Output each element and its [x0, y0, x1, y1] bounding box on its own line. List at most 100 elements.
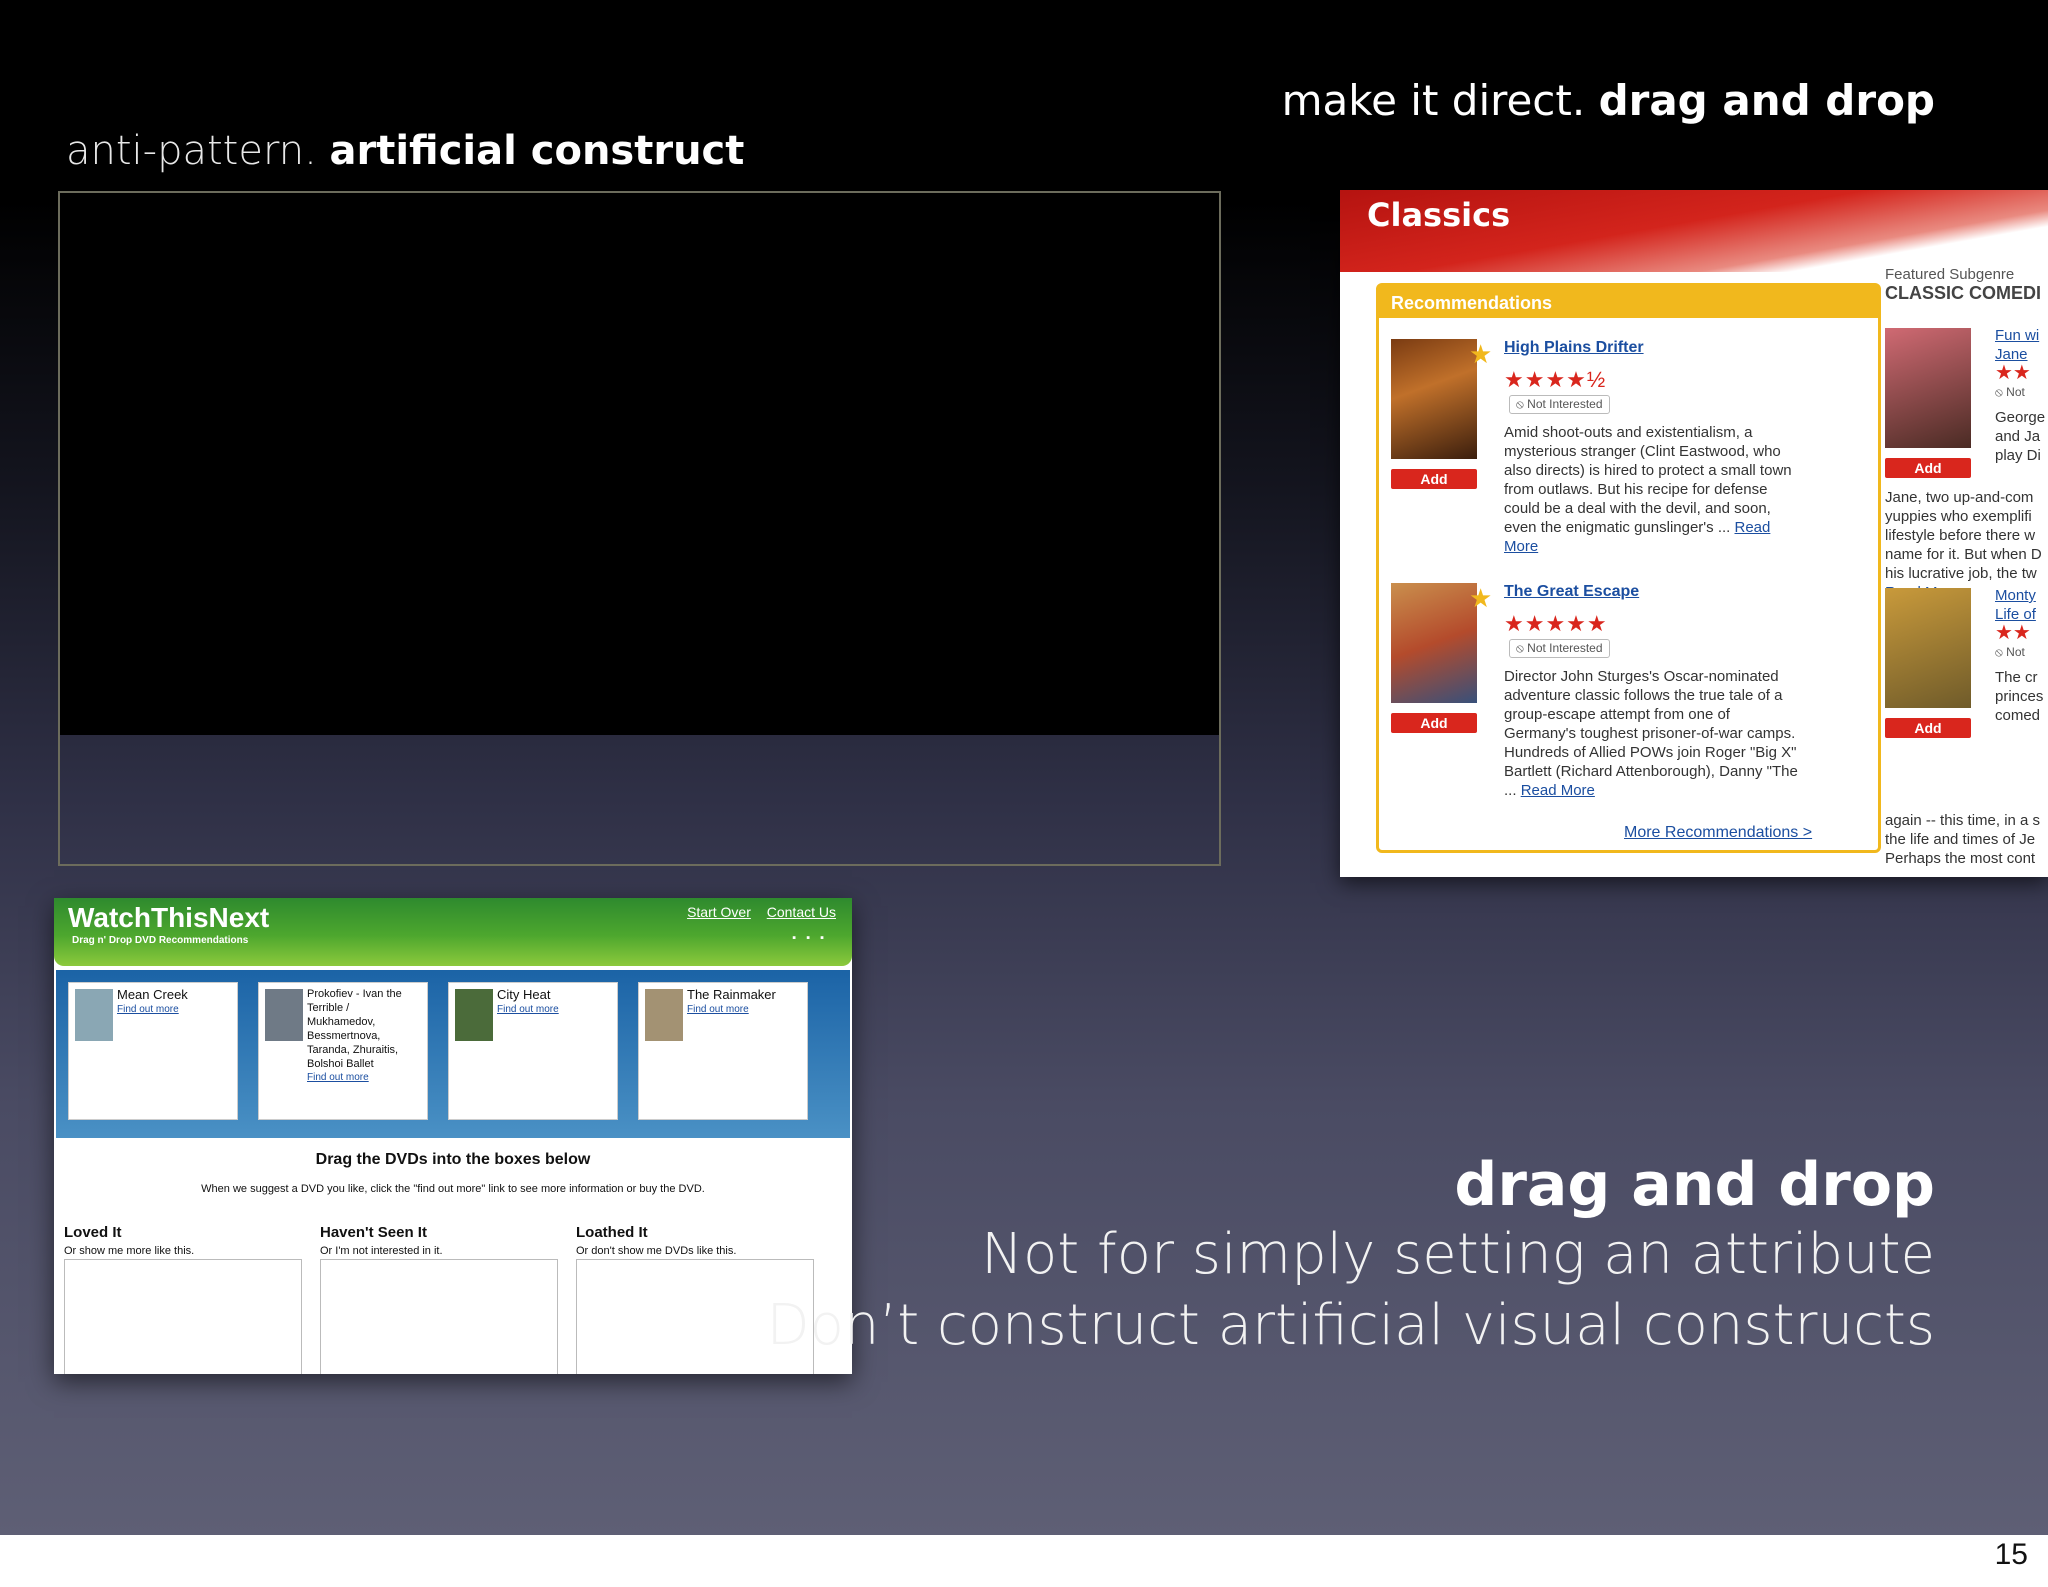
movie-poster[interactable] — [1391, 339, 1477, 459]
recommendations-box: Recommendations ★ Add High Plains Drifte… — [1376, 283, 1881, 853]
bin-title: Loathed It — [576, 1224, 648, 1241]
more-recommendations-link[interactable]: More Recommendations > — [1624, 824, 1812, 842]
left-title: anti-pattern. artificial construct — [66, 128, 744, 174]
bin-havent-seen-it: Haven't Seen It Or I'm not interested in… — [320, 1224, 558, 1374]
dvd-card[interactable]: The Rainmaker Find out more — [638, 982, 808, 1120]
video-frame[interactable] — [58, 191, 1221, 866]
wtn-tagline: Drag n' Drop DVD Recommendations — [72, 935, 249, 946]
drop-zone[interactable] — [320, 1259, 558, 1374]
flag-uk-icon[interactable]: ▪ — [806, 932, 820, 944]
bin-title: Haven't Seen It — [320, 1224, 427, 1241]
left-title-bold: artificial construct — [329, 128, 745, 174]
description-text: name for it. But when D — [1885, 546, 2042, 563]
dvd-cover[interactable] — [455, 989, 493, 1041]
dvd-cover[interactable] — [645, 989, 683, 1041]
bullet-line-2: Don’t construct artificial visual constr… — [766, 1293, 1935, 1358]
featured-subgenre-title: CLASSIC COMEDI — [1885, 283, 2042, 303]
dvd-title: Prokofiev - Ivan the Terrible / Mukhamed… — [307, 988, 402, 1070]
description-text: comed — [1995, 707, 2041, 724]
rating-stars[interactable]: ★★★★½ — [1504, 367, 1606, 393]
add-button[interactable]: Add — [1391, 713, 1477, 733]
bullet-line-1: Not for simply setting an attribute — [981, 1222, 1935, 1287]
featured-label: Featured Subgenre — [1885, 266, 2015, 283]
add-button[interactable]: Add — [1391, 469, 1477, 489]
movie-title-link[interactable]: Monty — [1995, 586, 2043, 605]
language-flags[interactable]: ▪▪▪ — [792, 932, 834, 944]
bin-loved-it: Loved It Or show me more like this. — [64, 1224, 302, 1374]
contact-us-link[interactable]: Contact Us — [767, 904, 836, 920]
right-title: make it direct. drag and drop — [1282, 76, 1935, 125]
find-out-more-link[interactable]: Find out more — [307, 1071, 419, 1085]
start-over-link[interactable]: Start Over — [687, 904, 751, 920]
find-out-more-link[interactable]: Find out more — [497, 1002, 609, 1017]
bin-subtitle: Or I'm not interested in it. — [320, 1245, 443, 1257]
drag-and-drop-heading: drag and drop — [1454, 1150, 1935, 1220]
dvd-cover[interactable] — [265, 989, 303, 1041]
drag-instruction-title: Drag the DVDs into the boxes below — [315, 1151, 591, 1168]
not-interested-button[interactable]: ⦸ Not Interested — [1509, 395, 1610, 414]
find-out-more-link[interactable]: Find out more — [117, 1002, 229, 1017]
movie-poster[interactable] — [1885, 328, 1971, 448]
not-interested-button[interactable]: ⦸ Not — [1995, 643, 2043, 662]
movie-title-link[interactable]: The Great Escape — [1504, 583, 1639, 601]
wtn-nav: Start Over Contact Us — [675, 904, 836, 920]
dvd-card[interactable]: Mean Creek Find out more — [68, 982, 238, 1120]
description-text: again -- this time, in a s — [1885, 812, 2041, 829]
right-title-prefix: make it direct. — [1281, 76, 1586, 125]
video-screen[interactable] — [60, 193, 1219, 735]
dvd-suggestions: Mean Creek Find out more Prokofiev - Iva… — [56, 970, 850, 1138]
featured-subgenre: Featured Subgenre CLASSIC COMEDI Add Fun… — [1885, 266, 2048, 876]
add-button[interactable]: Add — [1885, 718, 1971, 738]
page-number: 15 — [1994, 1538, 2028, 1571]
movie-description: Director John Sturges's Oscar-nominated … — [1504, 667, 1804, 800]
description-text: lifestyle before there w — [1885, 527, 2036, 544]
description-text: yuppies who exemplifi — [1885, 508, 2032, 525]
bin-subtitle: Or don't show me DVDs like this. — [576, 1245, 737, 1257]
rating-stars[interactable]: ★★ — [1995, 623, 2043, 643]
right-title-bold: drag and drop — [1598, 76, 1935, 125]
rating-stars[interactable]: ★★ — [1995, 363, 2045, 383]
wtn-logo[interactable]: WatchThisNext — [68, 902, 269, 934]
description-text: Perhaps the most cont — [1885, 850, 2036, 867]
rec-item: ★ Add The Great Escape ★★★★★ ⦸ Not Inter… — [1391, 583, 1876, 813]
dvd-title: Mean Creek — [117, 987, 188, 1002]
movie-title-link[interactable]: High Plains Drifter — [1504, 339, 1644, 357]
classics-title: Classics — [1367, 196, 1511, 234]
movie-poster[interactable] — [1885, 588, 1971, 708]
not-interested-button[interactable]: ⦸ Not — [1995, 383, 2045, 402]
drag-instruction-note: When we suggest a DVD you like, click th… — [201, 1183, 705, 1195]
star-badge-icon: ★ — [1469, 339, 1493, 369]
dvd-cover[interactable] — [75, 989, 113, 1041]
rec-item: ★ Add High Plains Drifter ★★★★½ ⦸ Not In… — [1391, 339, 1876, 569]
find-out-more-link[interactable]: Find out more — [687, 1002, 799, 1017]
dvd-title: City Heat — [497, 987, 551, 1002]
bin-subtitle: Or show me more like this. — [64, 1245, 195, 1257]
description-text: his lucrative job, the tw — [1885, 565, 2037, 582]
watchthisnext-screenshot: WatchThisNext Drag n' Drop DVD Recommend… — [54, 898, 852, 1374]
movie-poster[interactable] — [1391, 583, 1477, 703]
description-text: princes — [1995, 688, 2044, 705]
description-text: and Ja — [1995, 428, 2041, 445]
not-interested-button[interactable]: ⦸ Not Interested — [1509, 639, 1610, 658]
slide: anti-pattern. artificial construct make … — [0, 0, 2048, 1535]
drop-zone[interactable] — [64, 1259, 302, 1374]
left-title-prefix: anti-pattern. — [66, 128, 317, 174]
flag-us-icon[interactable]: ▪ — [792, 932, 806, 944]
movie-description: Amid shoot-outs and existentialism, a my… — [1504, 423, 1804, 556]
star-badge-icon: ★ — [1469, 583, 1493, 613]
dvd-card[interactable]: Prokofiev - Ivan the Terrible / Mukhamed… — [258, 982, 428, 1120]
add-button[interactable]: Add — [1885, 458, 1971, 478]
flag-jp-icon[interactable]: ▪ — [820, 932, 834, 944]
bin-title: Loved It — [64, 1224, 122, 1241]
description-text: the life and times of Je — [1885, 831, 2036, 848]
recommendations-heading: Recommendations — [1379, 286, 1878, 318]
rating-stars[interactable]: ★★★★★ — [1504, 611, 1608, 637]
movie-title-link[interactable]: Fun wi — [1995, 326, 2045, 345]
dvd-title: The Rainmaker — [687, 987, 776, 1002]
description-text: play Di — [1995, 447, 2041, 464]
classics-header: Classics — [1340, 190, 2048, 272]
classics-screenshot: Classics Recommendations ★ Add High Plai… — [1340, 190, 2048, 877]
dvd-card[interactable]: City Heat Find out more — [448, 982, 618, 1120]
read-more-link[interactable]: Read More — [1521, 782, 1595, 799]
wtn-header: WatchThisNext Drag n' Drop DVD Recommend… — [54, 898, 852, 966]
